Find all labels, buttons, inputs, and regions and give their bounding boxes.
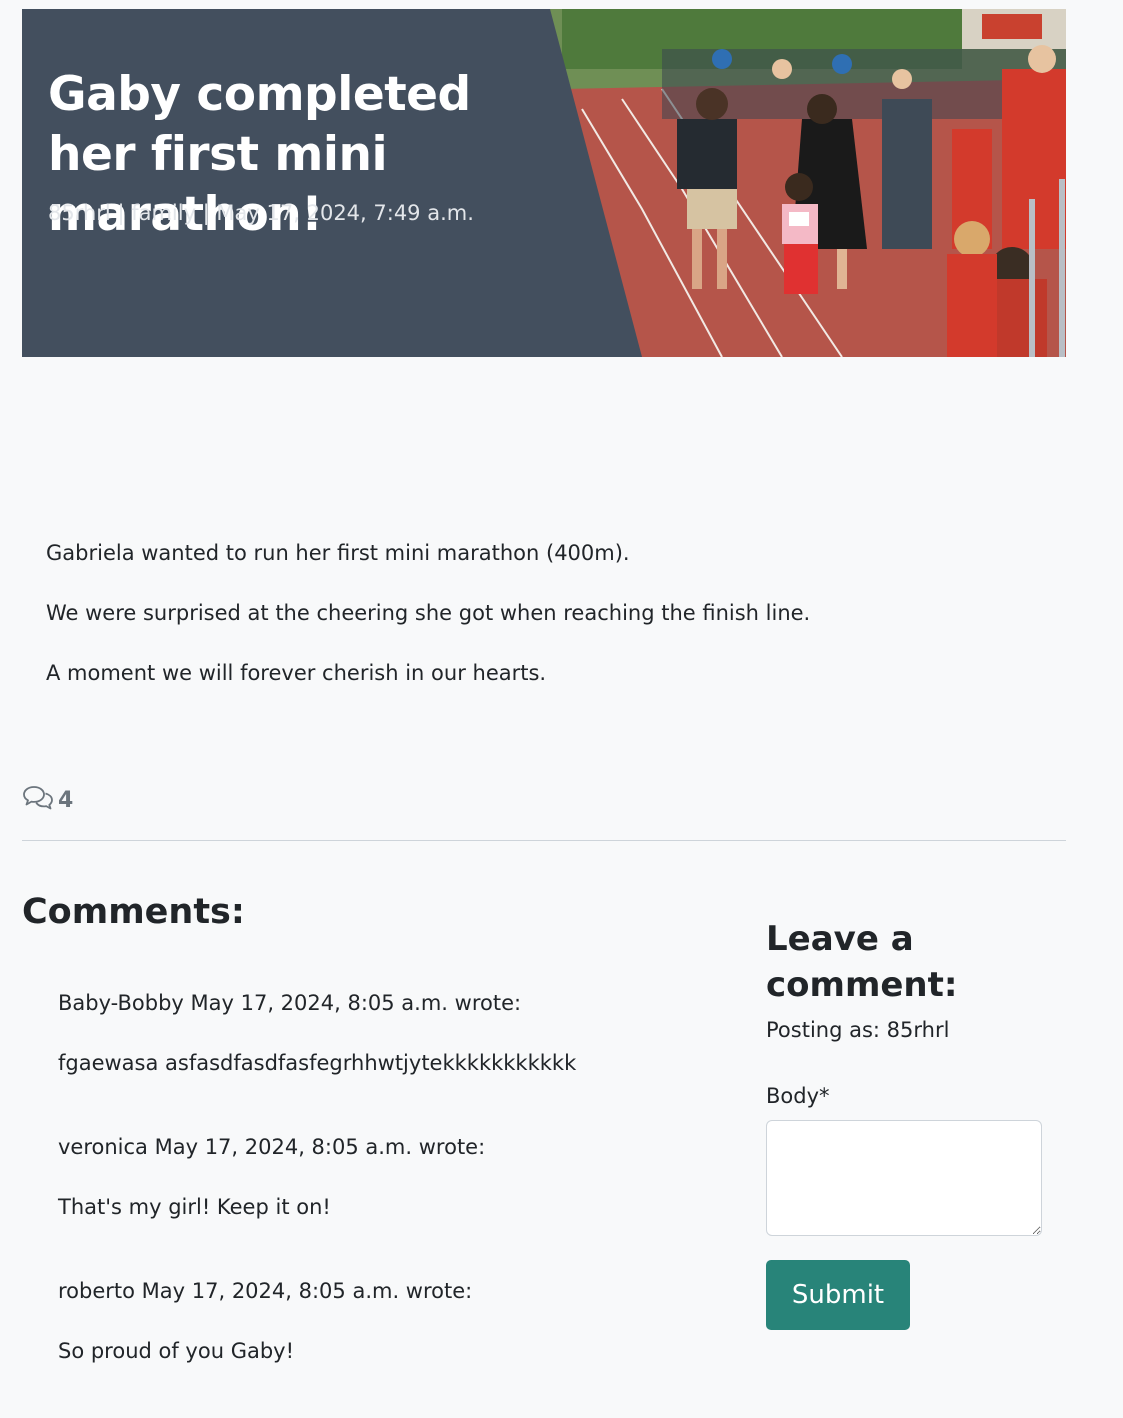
post-meta: 85rhrl | family | May 17, 2024, 7:49 a.m…: [48, 201, 474, 225]
post-paragraph: A moment we will forever cherish in our …: [46, 661, 547, 685]
comment-header: roberto May 17, 2024, 8:05 a.m. wrote:: [58, 1279, 473, 1303]
comments-list: Baby-Bobby May 17, 2024, 8:05 a.m. wrote…: [58, 986, 698, 1418]
posting-as-label: Posting as: 85rhrl: [766, 1018, 950, 1042]
comment-item: Baby-Bobby May 17, 2024, 8:05 a.m. wrote…: [58, 986, 698, 1130]
comments-heading: Comments:: [22, 892, 245, 932]
divider: [22, 840, 1066, 841]
post-paragraph: Gabriela wanted to run her first mini ma…: [46, 541, 630, 565]
comment-item: veronica May 17, 2024, 8:05 a.m. wrote: …: [58, 1130, 698, 1274]
body-field-label: Body*: [766, 1084, 830, 1108]
body-textarea[interactable]: [766, 1120, 1042, 1236]
post-body: Gabriela wanted to run her first mini ma…: [46, 540, 1046, 720]
comment-body: fgaewasa asfasdfasdfasfegrhhwtjytekkkkkk…: [58, 1051, 577, 1075]
comment-form: Leave a comment: Posting as: 85rhrl Body…: [766, 916, 1056, 1330]
comment-count-value: 4: [58, 787, 74, 813]
hero-banner: Gaby completed her first mini marathon! …: [22, 9, 1066, 357]
chat-bubbles-icon: [22, 784, 54, 816]
comment-item: roberto May 17, 2024, 8:05 a.m. wrote: S…: [58, 1274, 698, 1418]
comment-count: 4: [22, 784, 73, 816]
submit-button[interactable]: Submit: [766, 1260, 910, 1330]
post-paragraph: We were surprised at the cheering she go…: [46, 601, 811, 625]
comment-header: Baby-Bobby May 17, 2024, 8:05 a.m. wrote…: [58, 991, 522, 1015]
comment-body: That's my girl! Keep it on!: [58, 1195, 331, 1219]
form-heading: Leave a comment:: [766, 919, 958, 1005]
comment-body: So proud of you Gaby!: [58, 1339, 295, 1363]
comment-header: veronica May 17, 2024, 8:05 a.m. wrote:: [58, 1135, 486, 1159]
